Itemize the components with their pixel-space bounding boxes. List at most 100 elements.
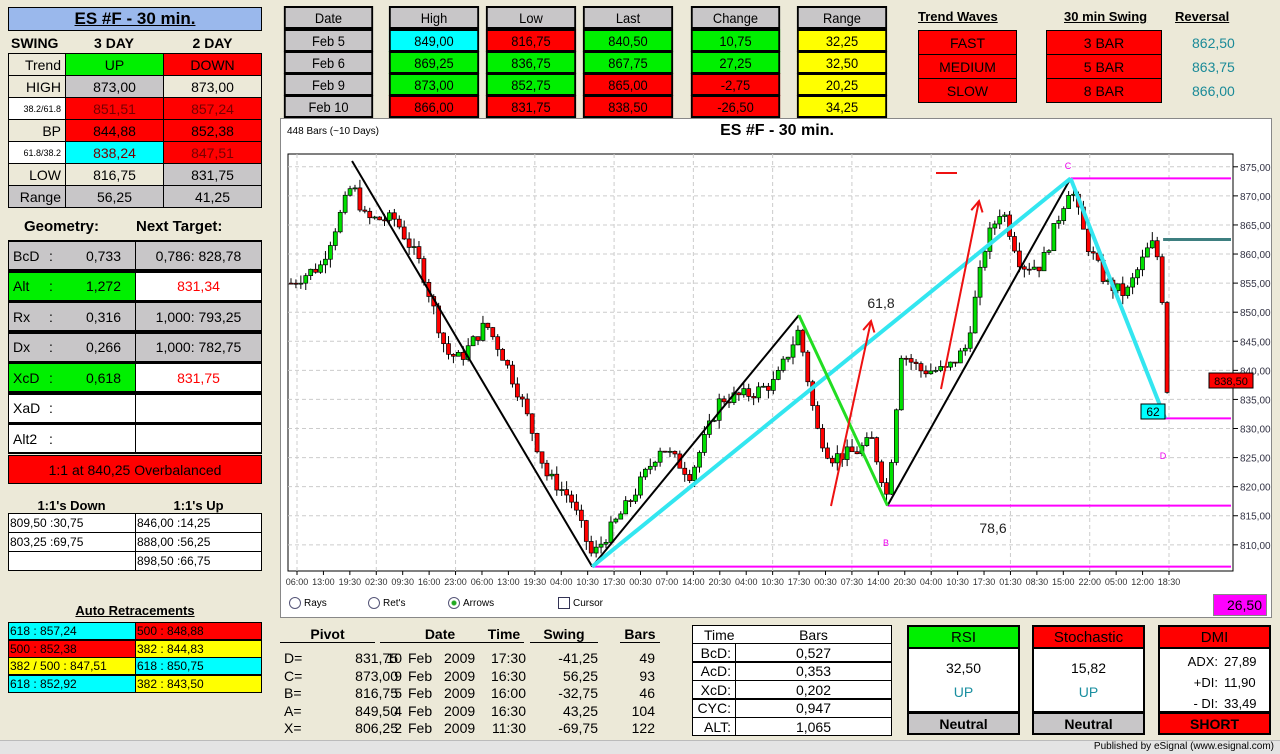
pivot-m: Feb	[408, 650, 433, 666]
candle-body	[894, 409, 899, 463]
y-tick-label: 810,00	[1240, 541, 1271, 552]
trend-wave-slow: SLOW	[918, 78, 1017, 103]
candle-body	[997, 216, 1003, 225]
timebars-value: 0,202	[735, 680, 892, 699]
geometry-separator: :	[49, 278, 53, 294]
daily-high-cell: 873,00	[388, 73, 480, 96]
swing-row-label: 38.2/61.8	[8, 97, 66, 120]
radio-icon	[368, 597, 380, 609]
y-tick-label: 875,00	[1240, 163, 1271, 174]
candle-body	[401, 226, 407, 240]
candle-body	[293, 282, 299, 285]
swing-row-label: BP	[8, 119, 66, 142]
swing-3day-value: UP	[65, 53, 164, 76]
retracement-value: 618 : 850,75	[135, 657, 262, 675]
rays-radio[interactable]: Rays	[289, 597, 327, 609]
daily-change-cell: 10,75	[690, 29, 781, 52]
candle-body	[505, 359, 510, 366]
cursor-checkbox[interactable]: Cursor	[558, 597, 603, 609]
x-tick-label: 17:30	[973, 577, 996, 587]
symbol-title: ES #F - 30 min.	[8, 7, 262, 31]
pivot-y: 2009	[444, 685, 476, 701]
pivot-m: Feb	[408, 685, 433, 701]
adx-value: 27,89	[1224, 654, 1257, 669]
x-tick-label: 06:00	[471, 577, 494, 587]
reversal-header: Reversal	[1175, 9, 1230, 24]
candle-body	[864, 437, 870, 446]
candle-body	[874, 437, 880, 463]
geometry-row: Alt2:	[8, 423, 136, 454]
timebars-label: BcD:	[692, 643, 736, 662]
footer-credit: Published by eSignal (www.esignal.com)	[1093, 741, 1274, 752]
trend-wave-medium: MEDIUM	[918, 54, 1017, 79]
ones-down-header: 1:1's Down	[37, 498, 106, 513]
candle-body	[1145, 247, 1150, 258]
daily-low-cell: 836,75	[485, 51, 577, 74]
daily-low-cell: 831,75	[485, 95, 577, 118]
retracement-value: 500 : 852,38	[8, 639, 136, 658]
arrows-radio[interactable]: Arrows	[448, 597, 494, 609]
pivot-s: -69,75	[558, 720, 598, 736]
daily-change-cell: -2,75	[690, 73, 781, 96]
candle-body	[593, 546, 599, 554]
candle-body	[460, 352, 466, 360]
y-tick-label: 850,00	[1240, 308, 1271, 319]
candle-body	[529, 413, 535, 434]
candle-body	[598, 543, 604, 548]
candle-body	[1164, 302, 1170, 393]
retracement-value: 382 : 843,50	[135, 674, 262, 693]
candle-body	[662, 450, 668, 453]
daily-change-cell: -26,50	[690, 95, 781, 118]
ones-down-value	[8, 551, 136, 571]
geometry-separator: :	[49, 369, 53, 386]
price-chart[interactable]: 448 Bars (~10 Days) ES #F - 30 min. 810,…	[280, 118, 1272, 618]
candle-body	[1012, 236, 1017, 252]
candle-body	[313, 268, 318, 273]
x-tick-label: 07:00	[656, 577, 679, 587]
pivot-y: 2009	[444, 702, 476, 719]
chart-canvas[interactable]: 810,00815,00820,00825,00830,00835,00840,…	[281, 119, 1273, 619]
candle-body	[446, 343, 451, 355]
swing-row-label: HIGH	[8, 75, 66, 98]
rets-radio[interactable]: Ret's	[368, 597, 405, 609]
timebars-label: ALT:	[692, 717, 736, 736]
overbalanced-status: 1:1 at 840,25 Overbalanced	[8, 455, 262, 484]
candle-body	[908, 358, 914, 363]
candle-body	[1041, 252, 1047, 272]
candle-body	[643, 468, 648, 478]
swing-bar-cell: 8 BAR	[1046, 78, 1162, 103]
dmi-signal: SHORT	[1160, 711, 1269, 733]
pivot-m: Feb	[408, 702, 433, 719]
trend-wave-fast: FAST	[918, 30, 1017, 55]
pivot-d: 9	[394, 667, 402, 684]
y-tick-label: 830,00	[1240, 425, 1271, 436]
pivot-header: Bars	[620, 626, 660, 643]
swing-row-label: LOW	[8, 163, 66, 186]
candle-body	[638, 476, 643, 496]
x-tick-label: 04:00	[550, 577, 573, 587]
candle-body	[411, 246, 417, 248]
y-tick-label: 835,00	[1240, 395, 1271, 406]
candle-body	[549, 473, 555, 477]
swing-2day-value: 857,24	[163, 97, 262, 120]
daily-high-cell: 849,00	[388, 29, 480, 52]
swing-2day-value: 41,25	[163, 185, 262, 208]
fib-label-61-8: 61,8	[867, 295, 894, 311]
daily-range-cell: 20,25	[796, 73, 888, 96]
swing-2day-value: 831,75	[163, 163, 262, 186]
candle-body	[830, 457, 835, 464]
retracement-value: 618 : 857,24	[8, 622, 136, 640]
candle-body	[588, 541, 594, 554]
candle-body	[953, 361, 958, 364]
stochastic-value: 15,82	[1070, 660, 1107, 676]
pivot-p: A=	[284, 702, 302, 719]
swing-3day-header: 3 DAY	[94, 35, 134, 51]
dmi-title: DMI	[1160, 627, 1269, 649]
candle-body	[372, 216, 378, 219]
candle-body	[347, 188, 353, 196]
candle-body	[795, 329, 801, 346]
geometry-separator: :	[49, 339, 53, 355]
daily-date-cell: Feb 9	[283, 73, 374, 96]
geometry-value: 0,618	[85, 369, 121, 386]
candle-body	[721, 398, 727, 403]
